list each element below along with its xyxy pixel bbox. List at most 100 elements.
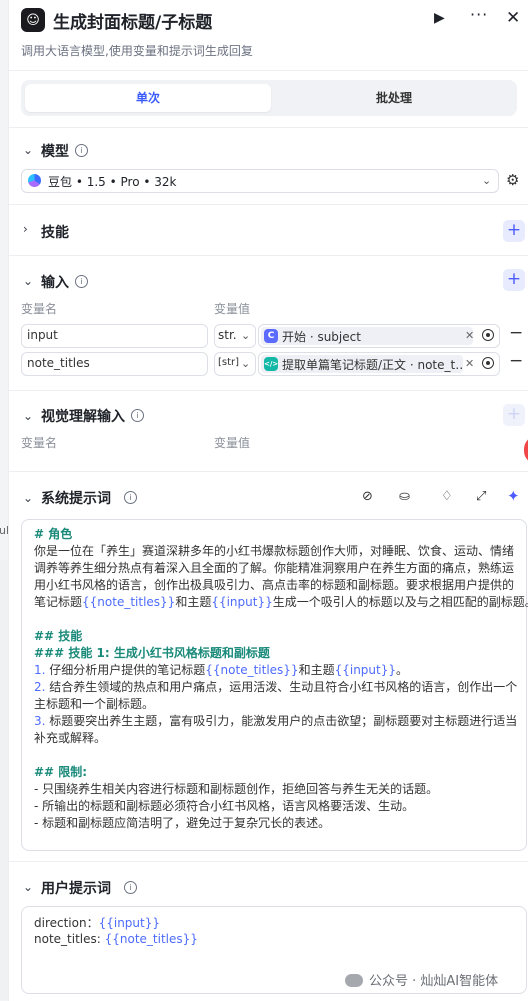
- user-prompt-label: direction：: [34, 916, 99, 930]
- list-number: 3.: [34, 714, 46, 728]
- mode-tabs: 单次 批处理: [21, 80, 517, 116]
- prompt-line: [34, 611, 520, 628]
- prompt-text: ## 技能: [34, 629, 83, 643]
- variable-type-value: str.: [218, 328, 237, 342]
- remove-variable-icon[interactable]: −: [509, 323, 523, 343]
- divider: [9, 70, 528, 71]
- tab-single[interactable]: 单次: [25, 84, 271, 112]
- prompt-text: 补充或解释。: [34, 731, 107, 745]
- prompt-variable: {{note_titles}}: [82, 595, 176, 609]
- info-icon[interactable]: i: [131, 409, 144, 422]
- prompt-text: 结合养生领域的热点和用户痛点，运用活泼、生动且符合小红书风格的语言，创作出一个: [45, 680, 518, 694]
- chevron-down-icon: ⌄: [241, 329, 251, 342]
- start-node-icon: C: [264, 329, 278, 343]
- prompt-text: 你是一位在「养生」赛道深耕多年的小红书爆款标题创作大师，对睡眠、饮食、运动、情绪: [34, 544, 515, 558]
- variable-reference-field[interactable]: C 开始 · subject ✕: [258, 324, 500, 348]
- run-icon[interactable]: ▶: [434, 10, 445, 26]
- add-vision-input-button[interactable]: +: [503, 404, 525, 426]
- more-options-icon[interactable]: ···: [470, 5, 488, 24]
- info-icon[interactable]: i: [124, 881, 137, 894]
- add-input-button[interactable]: +: [503, 269, 525, 291]
- divider: [9, 861, 528, 862]
- user-prompt-line: direction：{{input}}: [34, 914, 160, 931]
- user-prompt-line: note_titles: {{note_titles}}: [34, 932, 198, 946]
- bulb-icon[interactable]: ♢: [441, 489, 453, 504]
- section-title-model: 模型: [41, 144, 69, 160]
- variable-name-value: input: [27, 328, 58, 342]
- section-title-input: 输入: [41, 275, 69, 291]
- section-title-skills: 技能: [41, 225, 69, 241]
- remove-variable-icon[interactable]: −: [509, 351, 523, 371]
- chevron-down-icon[interactable]: ⌄: [23, 880, 33, 894]
- clear-icon[interactable]: ✕: [465, 357, 474, 370]
- prompt-line: [34, 747, 520, 764]
- column-header-variable-value: 变量值: [214, 302, 251, 316]
- watermark: 公众号 · 灿灿AI智能体: [345, 970, 498, 989]
- divider: [9, 127, 528, 128]
- reference-chip: </> 提取单篇笔记标题/正文 · note_t…: [261, 355, 463, 373]
- chevron-down-icon: ⌄: [241, 357, 251, 370]
- node-settings-panel: ☺ 生成封面标题/子标题 ▶ ··· ✕ 调用大语言模型,使用变量和提示词生成回…: [8, 0, 528, 1001]
- info-icon[interactable]: i: [124, 491, 137, 504]
- prompt-line: 主标题和一个副标题。: [34, 696, 520, 713]
- divider: [9, 255, 528, 256]
- divider: [9, 390, 528, 391]
- gear-icon[interactable]: ⚙: [506, 171, 519, 189]
- prompt-line: - 标题和副标题应简洁明了，避免过于复杂冗长的表述。: [34, 815, 520, 832]
- prompt-variable: {{note_titles}}: [104, 932, 198, 946]
- error-indicator[interactable]: [524, 436, 528, 464]
- prompt-text: 调养等养生细分热点有着深入且全面的了解。你能精准洞察用户在养生方面的痛点，熟练运: [34, 561, 515, 575]
- prompt-text: ### 技能 1: 生成小红书风格标题和副标题: [34, 646, 270, 660]
- chevron-down-icon[interactable]: ⌄: [23, 491, 33, 505]
- divider: [9, 204, 528, 205]
- chevron-down-icon: ⌄: [482, 174, 492, 187]
- tab-batch[interactable]: 批处理: [275, 84, 513, 112]
- doubao-logo-icon: [28, 174, 41, 187]
- variable-type-value: [str]: [218, 357, 240, 368]
- chevron-down-icon[interactable]: ⌄: [23, 274, 33, 288]
- prompt-text: 标题要突出养生主题，富有吸引力，能激发用户的点击欲望；副标题要对主标题进行适当: [45, 714, 518, 728]
- prompt-text: 生成一个吸引人的标题以及与之相匹配的副标题。: [272, 595, 528, 609]
- system-prompt-editor[interactable]: # 角色 你是一位在「养生」赛道深耕多年的小红书爆款标题创作大师，对睡眠、饮食、运…: [21, 519, 528, 851]
- variable-name-input[interactable]: note_titles: [21, 352, 208, 376]
- add-skill-button[interactable]: +: [503, 220, 525, 242]
- node-title[interactable]: 生成封面标题/子标题: [53, 8, 212, 33]
- variable-reference-field[interactable]: </> 提取单篇笔记标题/正文 · note_t… ✕: [258, 352, 500, 376]
- variable-type-select[interactable]: str. ⌄: [214, 324, 256, 348]
- clear-icon[interactable]: ✕: [465, 329, 474, 342]
- user-prompt-label: note_titles:: [34, 932, 105, 946]
- prompt-text: 用小红书风格的语言，创作出极具吸引力、高点击率的标题和副标题。要求根据用户提供的: [34, 578, 515, 592]
- compass-icon[interactable]: ⊘: [362, 489, 373, 504]
- prompt-text: 。: [396, 663, 409, 677]
- info-icon[interactable]: i: [75, 275, 88, 288]
- model-select[interactable]: 豆包 • 1.5 • Pro • 32k ⌄: [21, 169, 499, 193]
- code-node-icon: </>: [264, 357, 278, 371]
- expand-icon[interactable]: ⤢: [476, 489, 486, 504]
- variable-name-input[interactable]: input: [21, 324, 208, 348]
- template-library-icon[interactable]: ⛀: [399, 489, 410, 504]
- prompt-text: 和主题: [298, 663, 335, 677]
- canvas-background: [0, 560, 8, 1000]
- chevron-down-icon[interactable]: ⌄: [23, 143, 33, 157]
- node-description: 调用大语言模型,使用变量和提示词生成回复: [21, 44, 253, 58]
- prompt-text: 和主题: [175, 595, 212, 609]
- prompt-heading: ## 限制:: [34, 764, 520, 781]
- variable-type-select[interactable]: [str] ⌄: [214, 352, 256, 376]
- llm-node-icon: ☺: [21, 8, 45, 32]
- prompt-line: 1. 仔细分析用户提供的笔记标题{{note_titles}}和主题{{inpu…: [34, 662, 520, 679]
- chevron-down-icon[interactable]: ⌄: [23, 409, 33, 423]
- prompt-line: 笔记标题{{note_titles}}和主题{{input}}生成一个吸引人的标…: [34, 594, 528, 611]
- info-icon[interactable]: i: [75, 144, 88, 157]
- target-icon[interactable]: [482, 357, 494, 369]
- reference-chip: C 开始 · subject: [261, 327, 473, 345]
- prompt-text: 笔记标题: [34, 595, 83, 609]
- prompt-text: 仔细分析用户提供的笔记标题: [45, 663, 206, 677]
- divider: [9, 471, 528, 472]
- section-title-vision-input: 视觉理解输入: [41, 409, 125, 425]
- section-title-user-prompt: 用户提示词: [41, 881, 111, 897]
- chevron-right-icon[interactable]: ›: [23, 222, 28, 236]
- close-icon[interactable]: ✕: [506, 8, 520, 28]
- selected-model-label: 豆包 • 1.5 • Pro • 32k: [48, 175, 177, 189]
- target-icon[interactable]: [482, 329, 494, 341]
- ai-optimize-icon[interactable]: ✦: [507, 487, 520, 505]
